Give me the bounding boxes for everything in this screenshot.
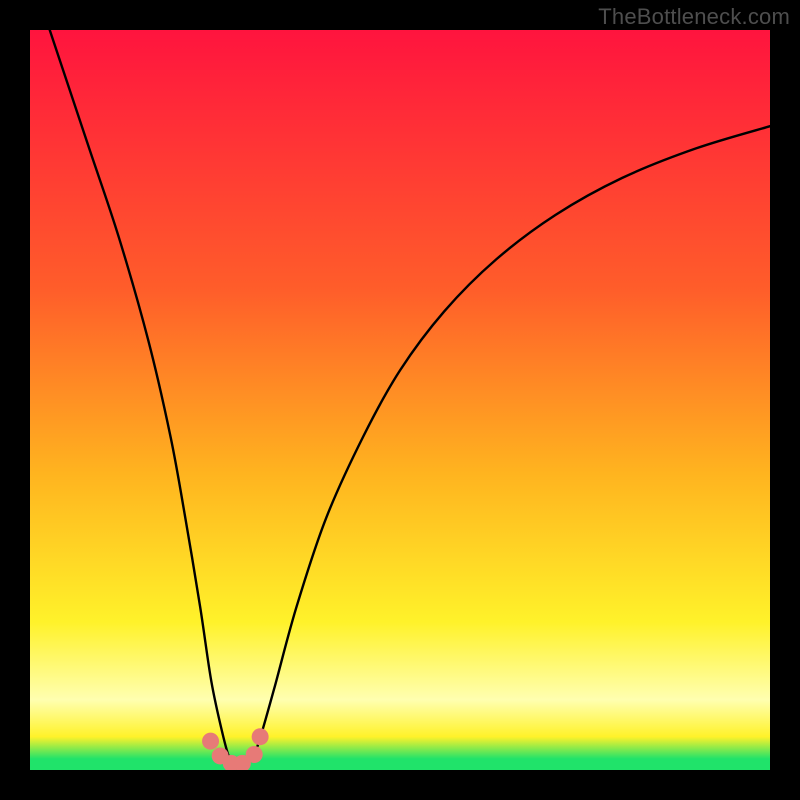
- watermark-text: TheBottleneck.com: [598, 4, 790, 30]
- gradient-background: [30, 30, 770, 770]
- plot-area: [30, 30, 770, 770]
- bottleneck-chart: [30, 30, 770, 770]
- marker-dot: [252, 728, 269, 745]
- marker-dot: [202, 733, 219, 750]
- marker-dot: [246, 746, 263, 763]
- outer-frame: TheBottleneck.com: [0, 0, 800, 800]
